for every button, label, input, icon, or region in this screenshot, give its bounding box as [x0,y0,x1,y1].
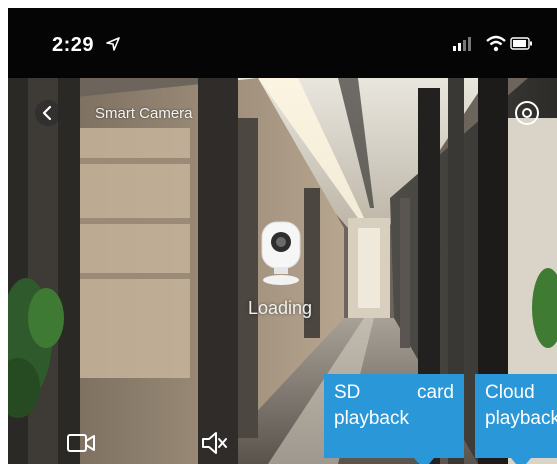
cloud-tip-arrow [511,458,531,464]
sd-card-playback-tip[interactable]: SD card playback [324,374,464,464]
video-record-icon [67,434,95,452]
cellular-signal-icon [453,37,471,51]
loading-indicator: Loading [230,218,330,318]
settings-button[interactable] [513,99,541,127]
battery-icon [510,37,532,50]
sd-tip-word-playback: playback [334,408,409,429]
status-time: 2:29 [52,34,95,56]
record-button[interactable] [66,432,96,459]
status-bar: 2:29 [8,8,557,78]
loading-label: Loading [247,298,313,318]
camera-icon [261,221,301,285]
speaker-muted-icon [202,432,227,454]
location-arrow-icon [106,37,120,51]
sd-tip-arrow [414,458,434,464]
phone-screen: 2:29 Smart Camera Loading SD card playba… [8,8,557,464]
wifi-icon [486,35,506,52]
sd-tip-line1: SD card [334,380,454,406]
sd-tip-word-sd: SD [334,382,361,403]
settings-icon [515,101,539,125]
status-icons [453,35,532,52]
cloud-playback-tip[interactable]: Cloud playback [475,374,557,464]
sd-tip-word-card: card [417,382,454,403]
back-button[interactable] [35,100,61,126]
camera-title: Smart Camera [95,105,193,122]
cloud-tip-word-cloud: Cloud [485,382,535,403]
chevron-left-icon [42,105,52,121]
camera-header: Smart Camera [8,90,557,140]
cloud-tip-word-playback: playback [485,408,557,429]
speaker-button[interactable] [200,430,228,461]
